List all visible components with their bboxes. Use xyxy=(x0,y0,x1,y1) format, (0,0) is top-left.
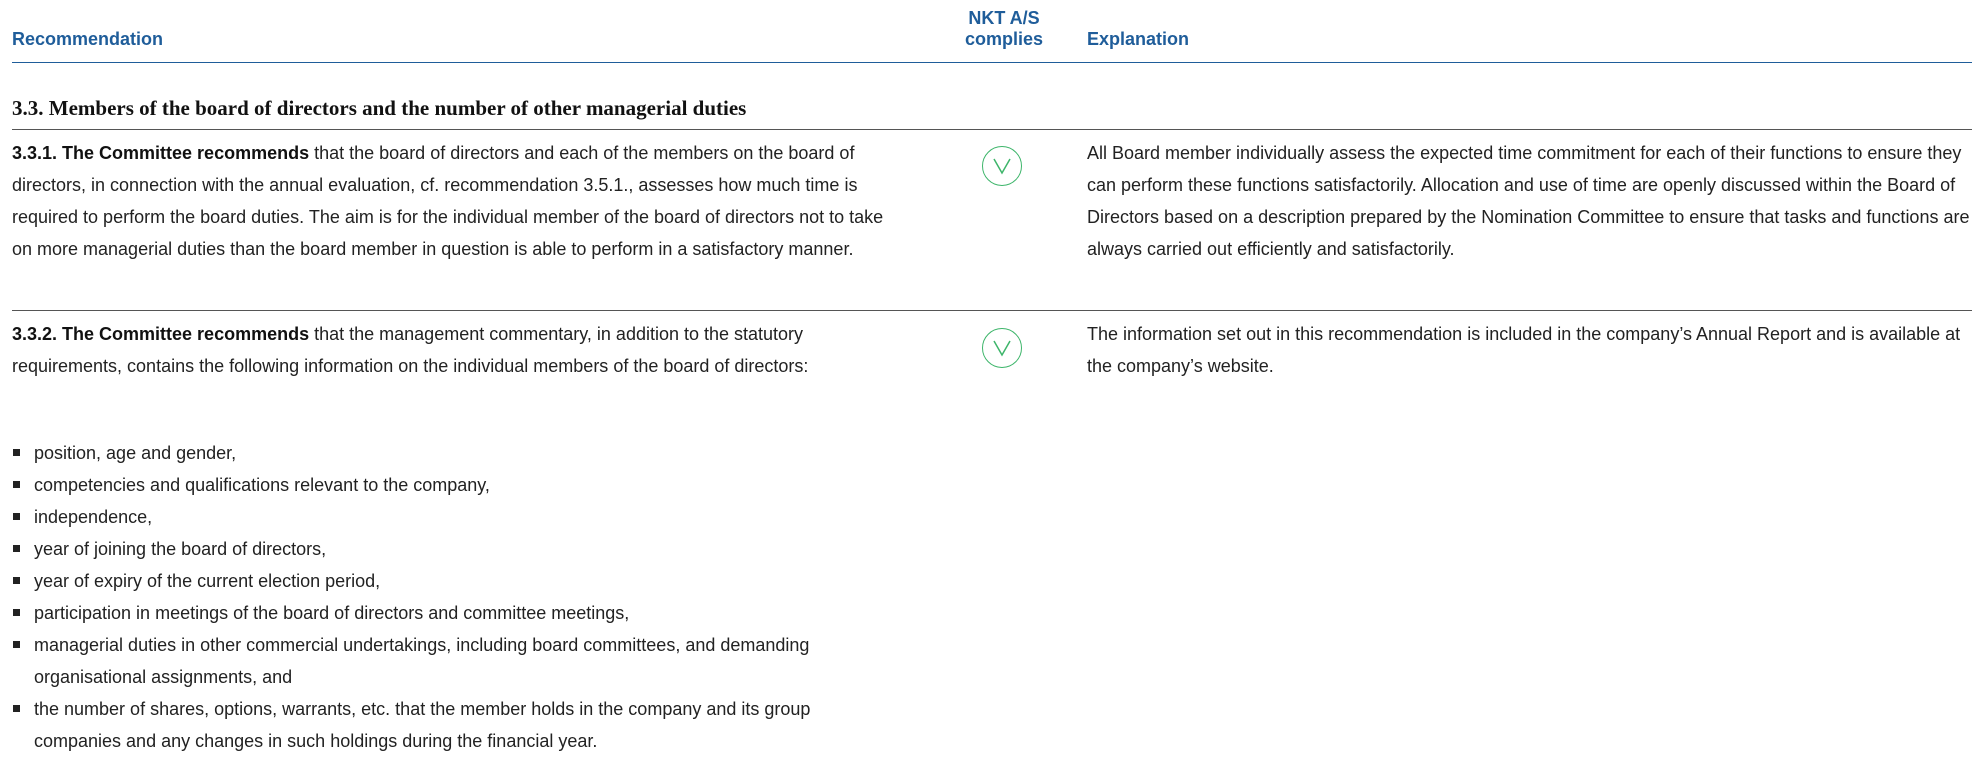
header-complies: NKT A/S complies xyxy=(950,8,1058,50)
list-item: competencies and qualifications relevant… xyxy=(12,469,892,501)
list-item: the number of shares, options, warrants,… xyxy=(12,693,892,757)
list-item: participation in meetings of the board o… xyxy=(12,597,892,629)
list-item: position, age and gender, xyxy=(12,437,892,469)
bullet-square-icon xyxy=(13,641,20,648)
bullet-list: position, age and gender, competencies a… xyxy=(12,437,892,757)
bullet-square-icon xyxy=(13,481,20,488)
governance-page: Recommendation NKT A/S complies Explanat… xyxy=(12,0,1972,768)
recommendation-3-3-1: 3.3.1. The Committee recommends that the… xyxy=(12,137,908,265)
explanation-3-3-2: The information set out in this recommen… xyxy=(1087,324,1961,376)
recommendation-lead: 3.3.1. The Committee recommends xyxy=(12,143,310,163)
header-complies-line2: complies xyxy=(964,29,1044,49)
header-recommendation: Recommendation xyxy=(12,29,164,49)
list-item: independence, xyxy=(12,501,892,533)
list-item: managerial duties in other commercial un… xyxy=(12,629,892,693)
header-explanation: Explanation xyxy=(1087,29,1190,49)
bullet-square-icon xyxy=(13,577,20,584)
check-circle-icon xyxy=(982,146,1022,186)
bullet-square-icon xyxy=(13,705,20,712)
bullet-square-icon xyxy=(13,513,20,520)
table-header: Recommendation NKT A/S complies Explanat… xyxy=(12,0,1972,63)
bullet-square-icon xyxy=(13,609,20,616)
list-item: year of joining the board of directors, xyxy=(12,533,892,565)
section-title: 3.3. Members of the board of directors a… xyxy=(12,96,747,120)
explanation-3-3-1: All Board member individually assess the… xyxy=(1087,143,1970,259)
bullet-square-icon xyxy=(13,449,20,456)
recommendation-lead: 3.3.2. The Committee recommends xyxy=(12,324,310,344)
recommendation-3-3-2: 3.3.2. The Committee recommends that the… xyxy=(12,318,908,382)
row-divider xyxy=(12,310,1972,311)
check-circle-icon xyxy=(982,328,1022,368)
header-complies-line1: NKT A/S xyxy=(968,8,1040,28)
bullet-square-icon xyxy=(13,545,20,552)
list-item: year of expiry of the current election p… xyxy=(12,565,892,597)
row-divider xyxy=(12,129,1972,130)
